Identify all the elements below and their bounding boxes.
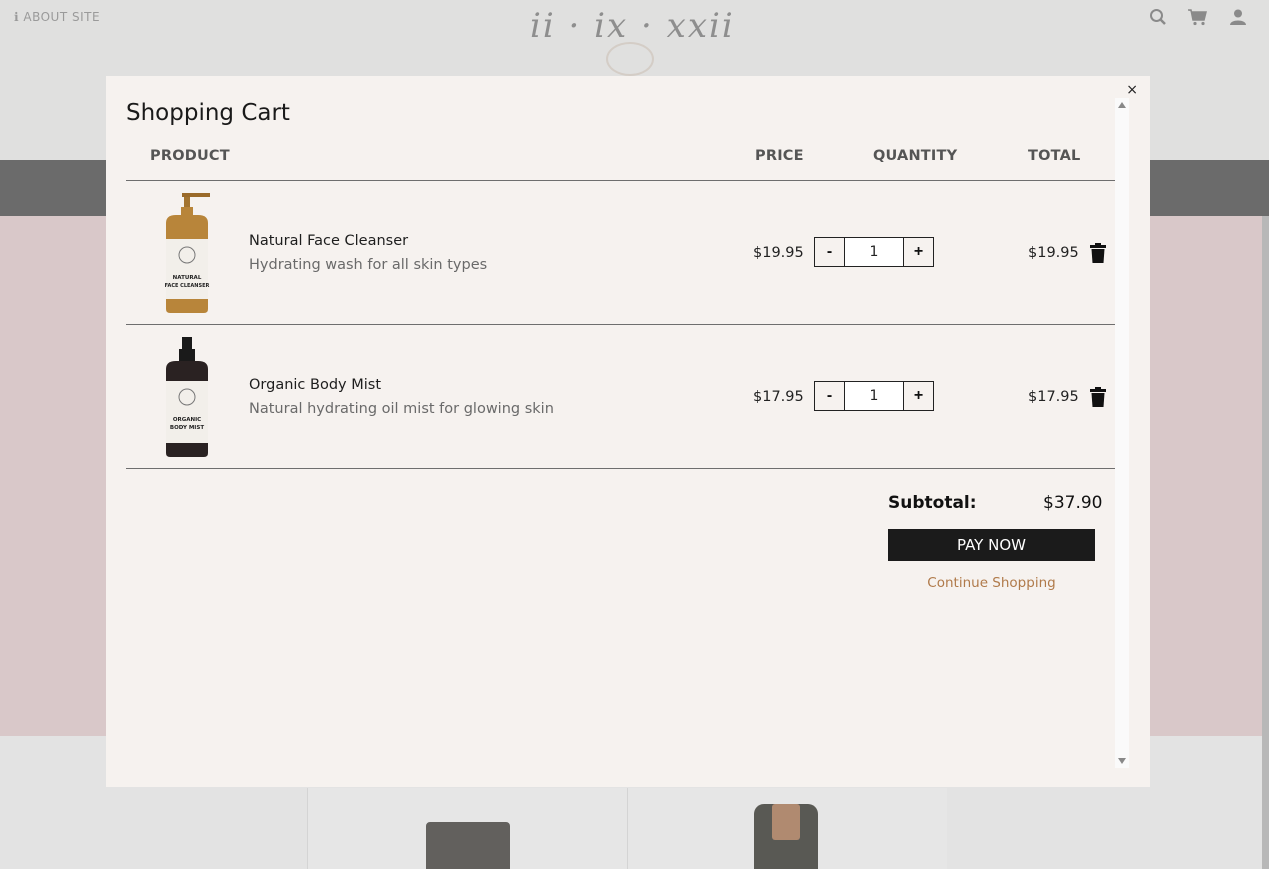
- decrease-quantity-button[interactable]: -: [814, 381, 845, 411]
- quantity-stepper: - +: [814, 381, 934, 411]
- product-name[interactable]: Natural Face Cleanser: [249, 233, 408, 249]
- header-icons: [1149, 8, 1247, 31]
- increase-quantity-button[interactable]: +: [903, 237, 934, 267]
- close-button[interactable]: ×: [1126, 82, 1138, 98]
- svg-text:NATURAL: NATURAL: [173, 275, 202, 281]
- product-name[interactable]: Organic Body Mist: [249, 377, 381, 393]
- subtotal-value: $37.90: [1043, 493, 1103, 513]
- product-description: Natural hydrating oil mist for glowing s…: [249, 401, 554, 417]
- column-header-product: PRODUCT: [150, 148, 230, 164]
- continue-shopping-link[interactable]: Continue Shopping: [888, 575, 1095, 591]
- decrease-quantity-button[interactable]: -: [814, 237, 845, 267]
- product-image: [426, 822, 510, 869]
- product-price: $17.95: [753, 389, 804, 405]
- trash-icon[interactable]: [1090, 243, 1106, 263]
- product-image-cleanser: NATURAL FACE CLEANSER: [165, 193, 210, 313]
- increase-quantity-button[interactable]: +: [903, 381, 934, 411]
- about-site-link[interactable]: ℹ ABOUT SITE: [14, 10, 100, 24]
- cart-icon[interactable]: [1187, 8, 1209, 31]
- scroll-up-icon[interactable]: [1118, 102, 1126, 108]
- shopping-cart-modal: × Shopping Cart PRODUCT PRICE QUANTITY T…: [106, 76, 1150, 787]
- product-total: $19.95: [1028, 245, 1079, 261]
- svg-text:ORGANIC: ORGANIC: [173, 417, 201, 423]
- quantity-input[interactable]: [845, 237, 903, 267]
- cart-title: Shopping Cart: [126, 100, 290, 126]
- svg-text:BODY MIST: BODY MIST: [170, 425, 204, 431]
- column-header-quantity: QUANTITY: [873, 148, 958, 164]
- column-header-total: TOTAL: [1028, 148, 1081, 164]
- user-icon[interactable]: [1229, 8, 1247, 31]
- subtotal-label: Subtotal:: [888, 493, 977, 513]
- cart-row: NATURAL FACE CLEANSER Natural Face Clean…: [126, 181, 1115, 325]
- logo-flower-icon: [606, 42, 654, 76]
- pay-now-button[interactable]: PAY NOW: [888, 529, 1095, 561]
- svg-text:FACE CLEANSER: FACE CLEANSER: [165, 283, 210, 289]
- quantity-stepper: - +: [814, 237, 934, 267]
- page-scrollbar[interactable]: [1262, 216, 1269, 869]
- product-total: $17.95: [1028, 389, 1079, 405]
- product-image-body-mist: ORGANIC BODY MIST: [166, 337, 208, 457]
- scroll-down-icon[interactable]: [1118, 758, 1126, 764]
- column-header-price: PRICE: [755, 148, 804, 164]
- cart-row: ORGANIC BODY MIST Organic Body Mist Natu…: [126, 325, 1115, 469]
- row-divider: [126, 468, 1115, 469]
- quantity-input[interactable]: [845, 381, 903, 411]
- trash-icon[interactable]: [1090, 387, 1106, 407]
- product-price: $19.95: [753, 245, 804, 261]
- modal-scrollbar[interactable]: [1115, 98, 1129, 768]
- search-icon[interactable]: [1149, 8, 1167, 31]
- product-image-cap: [772, 804, 800, 840]
- product-description: Hydrating wash for all skin types: [249, 257, 488, 273]
- site-logo: ii · ix · xxii: [530, 6, 735, 46]
